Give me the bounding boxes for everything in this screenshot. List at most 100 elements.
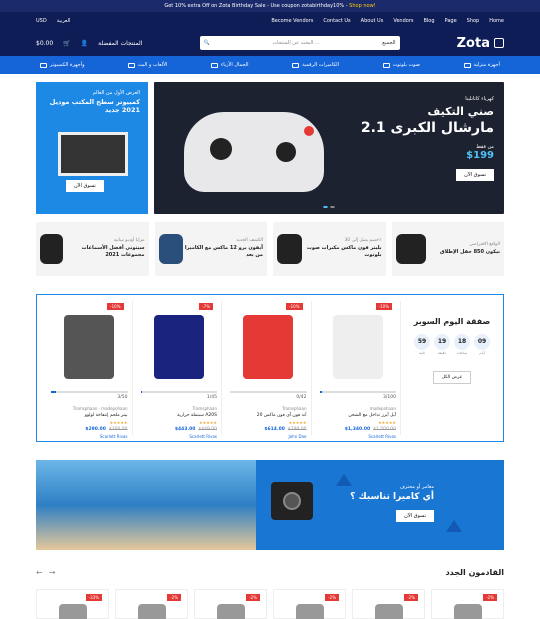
product-image: [332, 315, 383, 379]
discount-badge: -2%: [325, 594, 339, 601]
product-name[interactable]: أند فون آي فون ماكس 20: [230, 413, 307, 418]
nav-blog[interactable]: Blog: [423, 18, 434, 24]
search-bar[interactable]: 🔍 البحث عن المنتجات ... الجميع: [199, 36, 400, 50]
banner-title: أي كاميرا تناسبك ؟: [350, 492, 434, 502]
discount-badge: -10%: [286, 303, 303, 310]
mini-title: سيتوني أفضل الأسماعات مجموعات 2021: [81, 244, 145, 259]
logo[interactable]: Zota: [457, 36, 504, 51]
cart-amount[interactable]: $0.00: [36, 40, 53, 47]
seller-name[interactable]: Scarlett Rivas: [100, 434, 128, 439]
category-games[interactable]: الألعاب و البث: [128, 62, 167, 68]
promo-topbar: Get 10% extra Off on Zota Birthday Sale …: [0, 0, 540, 12]
desktop-promo-banner[interactable]: العرض الأول من العالم كمبيوتر سطح المكتب…: [36, 82, 148, 214]
hero-slider[interactable]: كهرباء كاتاتلينا صني التكيف مارشال الكبر…: [154, 82, 504, 214]
product-image: [243, 315, 294, 379]
search-category-select[interactable]: الجميع: [382, 40, 395, 46]
camera-image: [395, 234, 426, 264]
next-arrow-icon[interactable]: →: [49, 568, 56, 577]
mini-banner[interactable]: خصم يصل إلى 30٪ بليتر فون ماكس مكبرات صوت…: [273, 222, 386, 276]
product-name[interactable]: سبتملة جزارية A20S: [141, 413, 217, 418]
mini-title: بليتر فون ماكس مكبرات صوت بلوتوث: [306, 244, 382, 259]
nav-shop[interactable]: Shop: [467, 18, 480, 24]
deal-product-card[interactable]: -10% 0/42 Tramsphaan أند فون آي فون ماكس…: [226, 301, 312, 439]
category-audio[interactable]: صوت بلوتوث: [382, 62, 420, 68]
product-name[interactable]: بيتز ملحم إنتفاخة لولوو: [51, 413, 128, 418]
nav-vendors[interactable]: Vendors: [393, 18, 413, 24]
new-product-card[interactable]: -2%: [115, 589, 188, 619]
seller-name[interactable]: Scarlett Rivas: [368, 434, 396, 439]
discount-badge: -10%: [107, 303, 124, 310]
price-old: $1,500.00: [373, 427, 396, 432]
category-cameras[interactable]: الكاميرات الرقمية: [292, 62, 339, 68]
shop-now-link[interactable]: Shop now!: [349, 3, 376, 9]
discount-badge: -2%: [167, 594, 181, 601]
headphones-image: [40, 234, 64, 264]
promo-shop-button[interactable]: تسوق الآن: [66, 180, 104, 192]
product-image: [153, 315, 204, 379]
rating-stars-icon: ★★★★★: [288, 420, 307, 425]
wishlist-link[interactable]: المنتجات المفضلة: [98, 40, 142, 47]
mini-banner[interactable]: الكشف الجديد آيفون برو 12 ماكس مع الكامير…: [154, 222, 267, 276]
timer-days: 09: [474, 334, 490, 350]
price-old: $799.00: [287, 427, 307, 432]
category-appliances[interactable]: أجهزة منزلية: [463, 62, 500, 68]
mini-banner[interactable]: الواقع الافتراضي نيكون 850 حقل الإطلاق: [391, 222, 504, 276]
camera-icon: [292, 62, 300, 68]
user-icon[interactable]: 👤: [81, 40, 88, 47]
deal-product-card[interactable]: -7% 1/45 Tramsphaan سبتملة جزارية A20S ★…: [137, 301, 222, 439]
product-vendor: Tramsphaan · madepohaan: [72, 406, 128, 411]
new-product-card[interactable]: -2%: [194, 589, 267, 619]
language-select[interactable]: العربية: [57, 18, 71, 24]
price-new: $1,340.00: [344, 427, 371, 432]
deal-product-card[interactable]: -10% 3/100 madepohaan آبل آيرز تداخل مع …: [316, 301, 401, 439]
banner-shop-button[interactable]: تسوق الآن: [396, 510, 434, 522]
prev-arrow-icon[interactable]: ←: [36, 568, 43, 577]
speaker-icon: [382, 62, 390, 68]
product-name[interactable]: آبل آيرز تداخل مع الشحن: [320, 413, 396, 418]
main-header: $0.00 🛒 👤 المنتجات المفضلة 🔍 البحث عن ال…: [0, 30, 540, 56]
currency-select[interactable]: USD: [36, 18, 47, 24]
nav-become-vendors[interactable]: Become Vendors: [271, 18, 313, 24]
price-old: $449.00: [198, 427, 217, 432]
mini-sub: الكشف الجديد: [236, 238, 263, 244]
product-vendor: Tramsphaan: [282, 406, 307, 411]
nav-about[interactable]: About Us: [361, 18, 384, 24]
nav-contact[interactable]: Contact Us: [323, 18, 350, 24]
seller-name[interactable]: John Doe: [289, 434, 307, 439]
slider-dots[interactable]: [323, 206, 335, 208]
timer-label: ساعات: [456, 351, 468, 355]
new-product-card[interactable]: -33%: [36, 589, 109, 619]
cart-icon[interactable]: 🛒: [63, 40, 70, 47]
price-new: $290.00: [85, 427, 106, 432]
mini-sub: خصم يصل إلى 30٪: [344, 238, 382, 244]
rating-stars-icon: ★★★★★: [378, 420, 396, 425]
hero-title-1: صني التكيف: [427, 105, 494, 118]
search-input[interactable]: البحث عن المنتجات ...: [272, 40, 319, 46]
nav-home[interactable]: Home: [489, 18, 504, 24]
hero-shop-button[interactable]: تسوق الآن: [456, 169, 494, 181]
new-product-card[interactable]: -2%: [352, 589, 425, 619]
seller-name[interactable]: Scarlett Rivas: [189, 434, 217, 439]
category-fashion[interactable]: الجمال الأزياء: [210, 62, 249, 68]
mini-banner[interactable]: مزايا أوديو سانيه سيتوني أفضل الأسماعات م…: [36, 222, 149, 276]
search-icon[interactable]: 🔍: [204, 40, 210, 46]
category-computers[interactable]: وأجهزة الكمبيوتر: [40, 62, 84, 68]
new-product-card[interactable]: -2%: [273, 589, 346, 619]
hero-pre: كهرباء كاتاتلينا: [465, 96, 494, 102]
product-image: [137, 604, 166, 619]
product-image: [374, 604, 403, 619]
nav-page[interactable]: Page: [445, 18, 457, 24]
view-all-button[interactable]: عرض الكل: [432, 371, 472, 384]
timer-label: أيام: [479, 351, 485, 355]
hero-title-2: مارشال الكبرى 2.1: [360, 120, 494, 136]
product-image: [64, 315, 115, 379]
promo-title: كمبيوتر سطح المكتب موديل 2021 جديد: [49, 98, 140, 114]
timer-seconds: 59: [414, 334, 430, 350]
rating-stars-icon: ★★★★★: [109, 420, 128, 425]
new-product-card[interactable]: -2%: [431, 589, 504, 619]
product-image: [216, 604, 245, 619]
deal-of-day-section: -10% 3/50 Tramsphaan · madepohaan بيتز م…: [36, 294, 504, 442]
deal-product-card[interactable]: -10% 3/50 Tramsphaan · madepohaan بيتز م…: [47, 301, 133, 439]
camera-banner[interactable]: مغامر أو محترف أي كاميرا تناسبك ؟ تسوق ا…: [36, 460, 504, 550]
promo-text: Get 10% extra Off on Zota Birthday Sale …: [164, 3, 348, 9]
